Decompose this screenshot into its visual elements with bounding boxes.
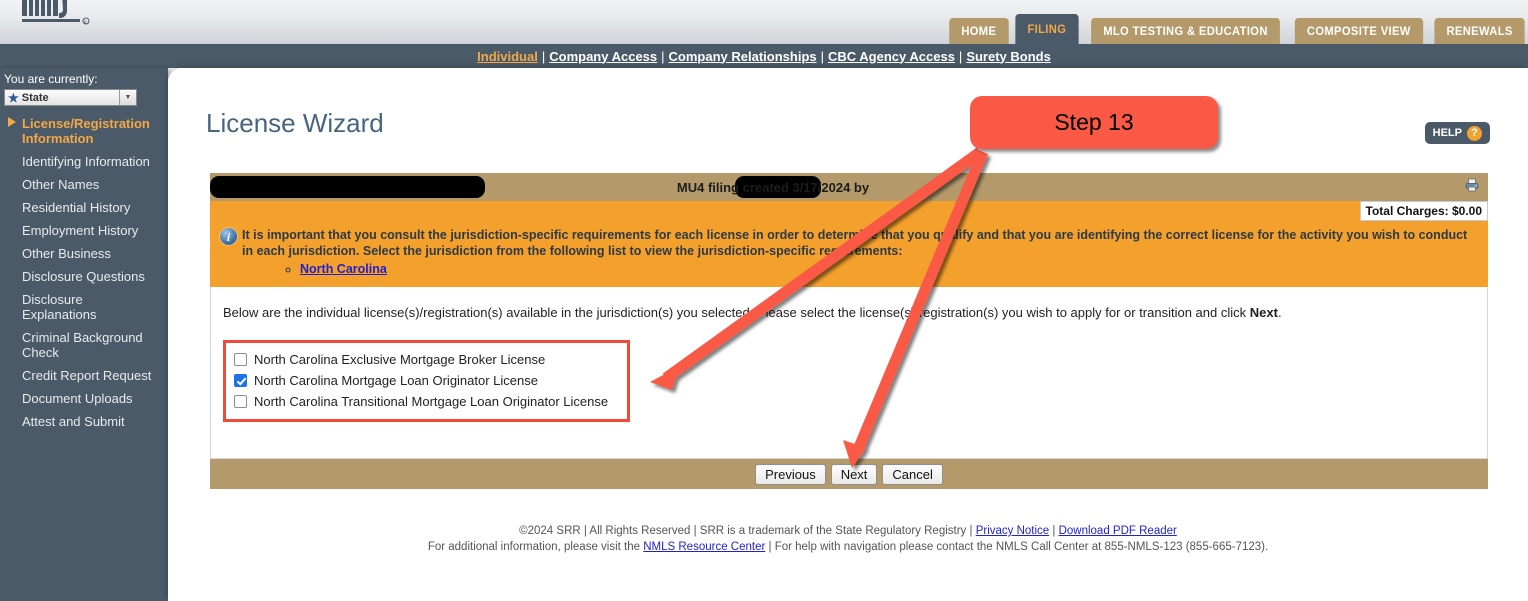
cancel-button[interactable]: Cancel [882,463,943,485]
checkbox-mortgage-loan-originator[interactable] [234,374,247,387]
tab-filing[interactable]: FILING [1015,14,1079,44]
subnav-separator: | [541,48,546,64]
subnav-separator: | [661,48,665,64]
footer-line-1: ©2024 SRR | All Rights Reserved | SRR is… [168,523,1528,539]
license-option-label: North Carolina Transitional Mortgage Loa… [254,394,609,409]
sidebar-item-label: Disclosure Explanations [22,292,97,322]
license-option-label: North Carolina Mortgage Loan Originator … [254,373,538,388]
license-option-label: North Carolina Exclusive Mortgage Broker… [254,352,546,367]
instructions-text: Below are the individual license(s)/regi… [223,305,1475,320]
sidebar-item-attest-and-submit[interactable]: Attest and Submit [0,410,168,433]
sidebar-item-label: Other Business [22,246,111,261]
page-title: License Wizard [206,108,384,138]
context-select-value: State [21,91,49,104]
license-option-transitional-mortgage-loan-originator[interactable]: North Carolina Transitional Mortgage Loa… [234,391,619,412]
license-checkbox-group: North Carolina Exclusive Mortgage Broker… [223,340,630,422]
license-option-mortgage-loan-originator[interactable]: North Carolina Mortgage Loan Originator … [234,370,619,391]
subnav-separator: | [958,48,963,64]
nmls-resource-center-link[interactable]: NMLS Resource Center [643,541,765,553]
tab-mlo-testing-education[interactable]: MLO TESTING & EDUCATION [1091,18,1281,44]
instructions-part2: . [1277,305,1282,320]
tab-home[interactable]: HOME [949,18,1009,44]
sidebar-item-document-uploads[interactable]: Document Uploads [0,387,168,410]
subnav-item-surety-bonds[interactable]: Surety Bonds [966,49,1051,64]
license-wizard-form: MU4 filing created 3/17/2024 by Total Ch… [210,173,1488,489]
footer: ©2024 SRR | All Rights Reserved | SRR is… [168,523,1528,555]
help-button-label: HELP [1432,127,1462,139]
context-select-state[interactable]: ★ State ▼ [4,89,137,106]
total-charges: Total Charges: $0.00 [1359,201,1488,221]
sidebar-item-disclosure-questions[interactable]: Disclosure Questions [0,265,168,288]
svg-text:R: R [84,20,87,25]
info-icon: i [220,228,237,245]
sidebar-item-label: Disclosure Questions [22,269,145,284]
arrow-right-icon [8,117,16,127]
primary-tabs[interactable]: HOME FILING MLO TESTING & EDUCATION COMP… [947,14,1528,44]
sidebar-item-employment-history[interactable]: Employment History [0,219,168,242]
question-mark-icon: ? [1467,125,1482,141]
subnav-item-company-access[interactable]: Company Access [549,49,657,64]
download-pdf-reader-link[interactable]: Download PDF Reader [1059,525,1177,537]
main-panel: License Wizard HELP ? MU4 filing created… [168,68,1528,601]
sidebar-item-label: Attest and Submit [22,414,125,429]
chevron-down-icon[interactable]: ▼ [119,90,136,105]
footer-separator: | [1049,525,1059,537]
footer-line-2: For additional information, please visit… [168,539,1528,555]
footer-info-prefix: For additional information, please visit… [427,541,644,553]
sidebar-item-label: Employment History [22,223,139,238]
footer-call-center-text: | For help with navigation please contac… [765,541,1269,553]
sidebar-item-credit-report-request[interactable]: Credit Report Request [0,364,168,387]
instructions-part1: Below are the individual license(s)/regi… [223,305,1250,320]
sidebar-item-other-business[interactable]: Other Business [0,242,168,265]
footer-copyright: ©2024 SRR | All Rights Reserved | SRR is… [519,525,976,537]
help-button[interactable]: HELP ? [1424,122,1490,144]
sidebar-item-disclosure-explanations[interactable]: Disclosure Explanations [0,288,168,326]
jurisdiction-link-north-carolina[interactable]: North Carolina [300,262,387,276]
sidebar-item-label: Criminal Background Check [22,330,143,360]
next-button[interactable]: Next [830,463,878,485]
wizard-button-bar: Previous Next Cancel [210,459,1488,489]
subnav-item-company-relationships[interactable]: Company Relationships [669,49,817,64]
previous-button[interactable]: Previous [755,463,826,485]
charges-row: Total Charges: $0.00 [210,201,1488,221]
sidebar-item-residential-history[interactable]: Residential History [0,196,168,219]
license-selection-body: Below are the individual license(s)/regi… [210,287,1488,459]
sidebar-item-label: Credit Report Request [22,368,152,383]
subnav-separator: | [820,48,824,64]
masthead: R HOME FILING MLO TESTING & EDUCATION CO… [0,0,1528,44]
instructions-next-emphasis: Next [1249,305,1278,320]
nmls-logo[interactable]: R [20,0,100,30]
print-icon[interactable] [1464,177,1480,196]
jurisdiction-link-list: North Carolina [260,261,1478,277]
step-callout: Step 13 [970,96,1218,149]
filing-header-bar: MU4 filing created 3/17/2024 by [210,173,1488,201]
redacted-applicant-name [210,176,485,198]
privacy-notice-link[interactable]: Privacy Notice [976,525,1050,537]
step-callout-label: Step 13 [1054,109,1134,135]
subnav-item-cbc-agency-access[interactable]: CBC Agency Access [828,49,955,64]
jurisdiction-info-box: i It is important that you consult the j… [210,221,1488,287]
subnav-item-individual[interactable]: Individual [477,49,538,64]
list-item: North Carolina [300,261,1478,277]
sidebar-item-label: License/Registration Information [22,116,150,146]
checkbox-transitional-mortgage-loan-originator[interactable] [234,395,247,408]
license-option-exclusive-mortgage-broker[interactable]: North Carolina Exclusive Mortgage Broker… [234,349,619,370]
left-sidebar: You are currently: ★ State ▼ License/Reg… [0,68,168,601]
sub-navigation: Individual | Company Access | Company Re… [0,44,1528,68]
jurisdiction-info-text: It is important that you consult the jur… [242,228,1468,258]
star-icon: ★ [8,90,19,105]
sidebar-item-license-registration-information[interactable]: License/Registration Information [0,112,168,150]
tab-composite-view[interactable]: COMPOSITE VIEW [1294,18,1423,44]
tab-renewals[interactable]: RENEWALS [1434,18,1525,44]
sidebar-item-label: Residential History [22,200,131,215]
filing-header-text: MU4 filing created 3/17/2024 by [676,179,870,195]
sidebar-item-identifying-information[interactable]: Identifying Information [0,150,168,173]
sidebar-item-label: Other Names [22,177,100,192]
checkbox-exclusive-mortgage-broker[interactable] [234,353,247,366]
sidebar-item-label: Identifying Information [22,154,150,169]
sidebar-item-criminal-background-check[interactable]: Criminal Background Check [0,326,168,364]
sidebar-item-label: Document Uploads [22,391,133,406]
context-label: You are currently: [4,72,98,86]
sidebar-item-other-names[interactable]: Other Names [0,173,168,196]
